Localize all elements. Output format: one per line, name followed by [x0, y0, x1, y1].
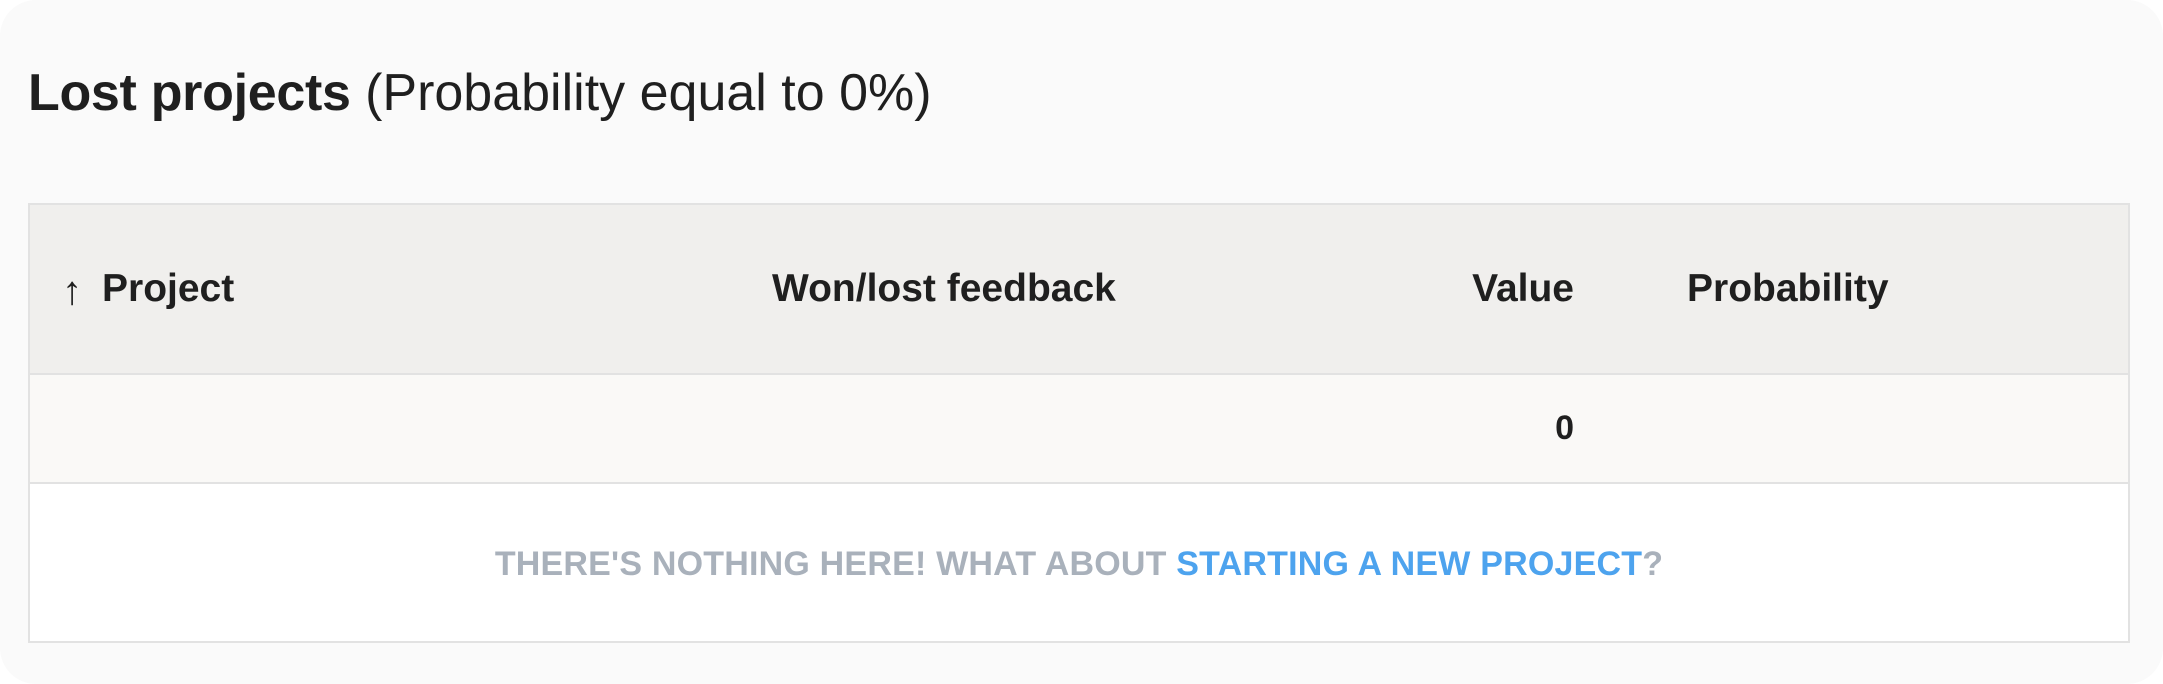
- section-heading: Lost projects (Probability equal to 0%): [28, 58, 932, 128]
- column-header-feedback[interactable]: Won/lost feedback: [772, 205, 1116, 373]
- empty-state: THERE'S NOTHING HERE! WHAT ABOUT STARTIN…: [30, 484, 2128, 641]
- lost-projects-card: Lost projects (Probability equal to 0%) …: [0, 0, 2163, 684]
- column-header-value[interactable]: Value: [1472, 205, 1574, 373]
- total-value: 0: [1555, 409, 1574, 447]
- totals-row: 0: [30, 375, 2128, 484]
- section-subtitle: (Probability equal to 0%): [365, 64, 932, 122]
- empty-state-text: THERE'S NOTHING HERE! WHAT ABOUT: [494, 545, 1177, 583]
- column-header-probability[interactable]: Probability: [1687, 205, 1889, 373]
- column-label-project: Project: [102, 267, 235, 310]
- lost-projects-table: ↑ Project Won/lost feedback Value Probabi…: [28, 203, 2130, 643]
- arrow-up-icon: ↑: [62, 269, 82, 313]
- empty-state-suffix: ?: [1642, 545, 1664, 583]
- column-header-project[interactable]: ↑ Project: [62, 205, 234, 373]
- section-title: Lost projects: [28, 64, 351, 122]
- table-header: ↑ Project Won/lost feedback Value Probabi…: [30, 205, 2128, 375]
- start-new-project-link[interactable]: STARTING A NEW PROJECT: [1176, 545, 1642, 583]
